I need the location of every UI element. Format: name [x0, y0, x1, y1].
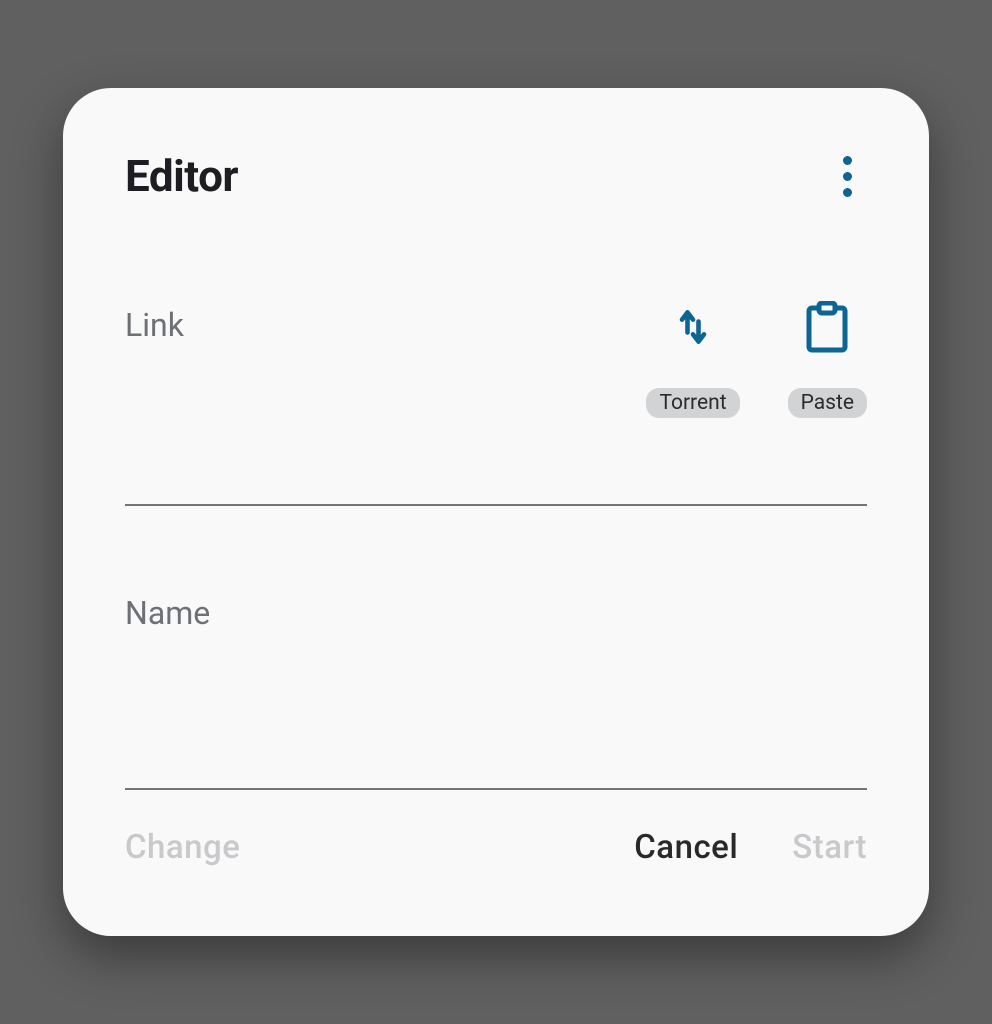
more-vertical-icon: [843, 156, 852, 197]
editor-dialog: Editor Link: [63, 88, 929, 936]
link-label: Link: [125, 302, 184, 344]
torrent-button[interactable]: Torrent: [646, 302, 739, 418]
link-section: Link Torrent: [125, 302, 867, 506]
swap-vertical-icon: [668, 302, 718, 352]
more-menu-button[interactable]: [827, 152, 867, 200]
cancel-button[interactable]: Cancel: [634, 828, 738, 867]
dialog-header: Editor: [125, 150, 867, 202]
paste-button[interactable]: Paste: [788, 302, 867, 418]
start-button[interactable]: Start: [792, 828, 867, 867]
name-input[interactable]: [125, 740, 867, 790]
change-button[interactable]: Change: [125, 828, 240, 867]
link-row: Link Torrent: [125, 302, 867, 418]
dialog-title: Editor: [125, 150, 238, 202]
name-label: Name: [125, 590, 867, 632]
link-actions: Torrent Paste: [646, 302, 867, 418]
torrent-chip: Torrent: [646, 388, 739, 418]
clipboard-icon: [802, 302, 852, 352]
paste-chip: Paste: [788, 388, 867, 418]
name-section: Name: [125, 590, 867, 790]
dialog-footer: Change Cancel Start: [125, 798, 867, 883]
link-input[interactable]: [125, 456, 867, 506]
